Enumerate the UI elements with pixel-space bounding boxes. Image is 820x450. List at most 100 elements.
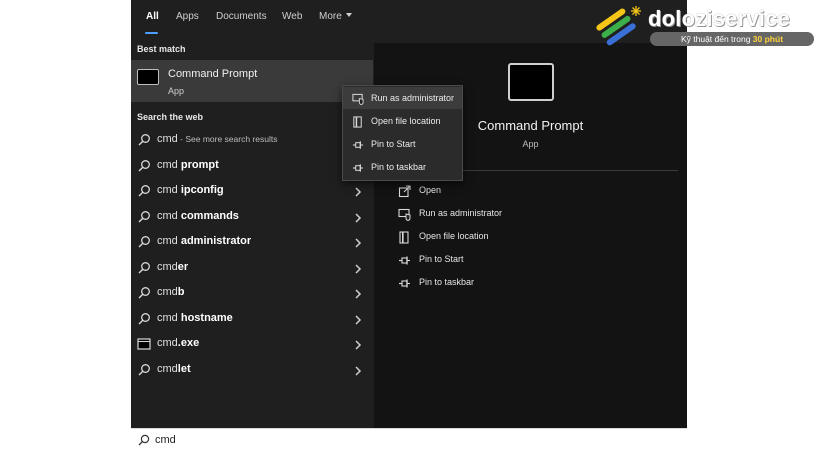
context-item-open-file-location[interactable]: Open file location — [343, 110, 462, 132]
tab-documents[interactable]: Documents — [216, 11, 267, 22]
result-suggestion-text: b — [177, 286, 185, 298]
chevron-right-icon[interactable] — [353, 236, 363, 248]
search-icon — [137, 235, 151, 249]
web-result-text: cmd commands — [157, 210, 239, 222]
web-result-row[interactable]: cmd commands — [131, 205, 373, 230]
search-icon — [137, 312, 151, 326]
best-match-title: Command Prompt — [168, 68, 258, 80]
web-result-text: cmd.exe — [157, 337, 199, 349]
web-result-text: cmd administrator — [157, 235, 251, 247]
search-web-heading: Search the web — [137, 112, 204, 122]
chevron-right-icon[interactable] — [353, 287, 363, 299]
search-icon — [137, 286, 151, 300]
web-result-row[interactable]: cmd administrator — [131, 230, 373, 255]
search-icon — [137, 363, 151, 377]
web-result-row[interactable]: cmd - See more search results — [131, 128, 373, 153]
pin-icon — [352, 138, 364, 150]
web-result-row[interactable]: cmd ipconfig — [131, 179, 373, 204]
brand-tagline: Kỹ thuật đến trong 30 phút — [650, 32, 814, 46]
open-icon — [398, 185, 411, 198]
search-bar[interactable] — [131, 428, 687, 450]
chevron-right-icon[interactable] — [353, 211, 363, 223]
web-result-row[interactable]: cmd.exe — [131, 332, 373, 357]
search-input[interactable] — [155, 432, 655, 447]
chevron-right-icon[interactable] — [353, 364, 363, 376]
web-result-text: cmd hostname — [157, 312, 233, 324]
window-app-icon — [137, 337, 151, 351]
action-label: Pin to Start — [419, 254, 464, 264]
search-icon — [137, 133, 151, 147]
result-suggestion-text: prompt — [180, 158, 219, 171]
search-icon — [137, 261, 151, 275]
caret-down-icon — [345, 13, 352, 17]
active-tab-indicator — [145, 32, 158, 34]
start-search-window: All Apps Documents Web More Best match C… — [131, 0, 687, 450]
chevron-right-icon[interactable] — [353, 262, 363, 274]
action-label: Open file location — [419, 231, 489, 241]
result-query-text: cmd — [157, 209, 181, 222]
result-query-text: cmd — [157, 337, 178, 349]
search-icon — [137, 184, 151, 198]
brand-logo-icon — [596, 6, 641, 46]
folder-location-icon — [352, 115, 364, 128]
web-result-row[interactable]: cmdb — [131, 281, 373, 306]
web-result-row[interactable]: cmdlet — [131, 358, 373, 383]
result-query-text: cmd — [157, 235, 181, 247]
shield-admin-icon — [352, 92, 364, 106]
result-suggestion-text: ipconfig — [180, 184, 224, 196]
context-item-label: Run as administrator — [371, 93, 455, 103]
chevron-right-icon[interactable] — [353, 185, 363, 197]
best-match-result[interactable]: Command Prompt App — [131, 60, 373, 102]
result-suggestion-text: administrator — [180, 235, 252, 247]
web-result-text: cmder — [157, 261, 188, 273]
tagline-text: Kỹ thuật đến trong — [680, 34, 753, 44]
web-result-text: cmd ipconfig — [157, 184, 224, 196]
web-result-text: cmdlet — [157, 363, 191, 375]
context-item-pin-to-start[interactable]: Pin to Start — [343, 133, 462, 155]
tab-web[interactable]: Web — [282, 11, 302, 22]
result-query-text: cmd — [157, 311, 181, 324]
action-label: Open — [419, 185, 442, 195]
action-label: Run as administrator — [419, 208, 503, 218]
context-item-label: Pin to Start — [371, 139, 416, 149]
action-label: Pin to taskbar — [419, 277, 475, 287]
result-query-text: cmd — [157, 158, 181, 171]
tagline-highlight: 30 phút — [752, 34, 784, 44]
result-query-text: cmd — [157, 184, 181, 196]
result-query-text: cmd — [157, 362, 178, 375]
command-prompt-large-icon — [508, 63, 554, 101]
brand-watermark: doloziservice Kỹ thuật đến trong 30 phút — [596, 2, 818, 48]
pin-icon — [352, 161, 364, 173]
brand-name: doloziservice — [648, 6, 790, 31]
result-suggestion-text: commands — [180, 209, 239, 222]
result-suggestion-text: .exe — [177, 337, 200, 349]
context-menu: Run as administrator Open file location Pi… — [342, 85, 463, 181]
web-result-row[interactable]: cmder — [131, 256, 373, 281]
command-prompt-icon — [137, 69, 159, 85]
web-result-text: cmd - See more search results — [157, 133, 277, 145]
best-match-subtitle: App — [168, 86, 185, 96]
context-item-label: Pin to taskbar — [371, 162, 427, 172]
result-query-text: cmd — [157, 260, 178, 273]
folder-location-icon — [398, 231, 411, 244]
tab-apps[interactable]: Apps — [176, 11, 199, 22]
shield-admin-icon — [398, 208, 411, 222]
tab-all[interactable]: All — [146, 11, 159, 22]
web-result-text: cmd prompt — [157, 159, 219, 171]
pin-icon — [398, 277, 411, 290]
pin-icon — [398, 254, 411, 267]
chevron-right-icon[interactable] — [353, 313, 363, 325]
context-item-pin-to-taskbar[interactable]: Pin to taskbar — [343, 156, 462, 178]
tab-more-label: More — [319, 11, 342, 22]
web-result-row[interactable]: cmd prompt — [131, 154, 373, 179]
search-icon — [137, 210, 151, 224]
see-more-note: - See more search results — [177, 134, 278, 144]
web-result-row[interactable]: cmd hostname — [131, 307, 373, 332]
result-suggestion-text: er — [177, 260, 189, 273]
tab-more[interactable]: More — [319, 11, 352, 22]
search-icon — [137, 159, 151, 173]
context-item-run-as-administrator[interactable]: Run as administrator — [343, 87, 462, 109]
result-suggestion-text: hostname — [180, 311, 233, 324]
chevron-right-icon[interactable] — [353, 338, 363, 350]
best-match-heading: Best match — [137, 44, 186, 54]
